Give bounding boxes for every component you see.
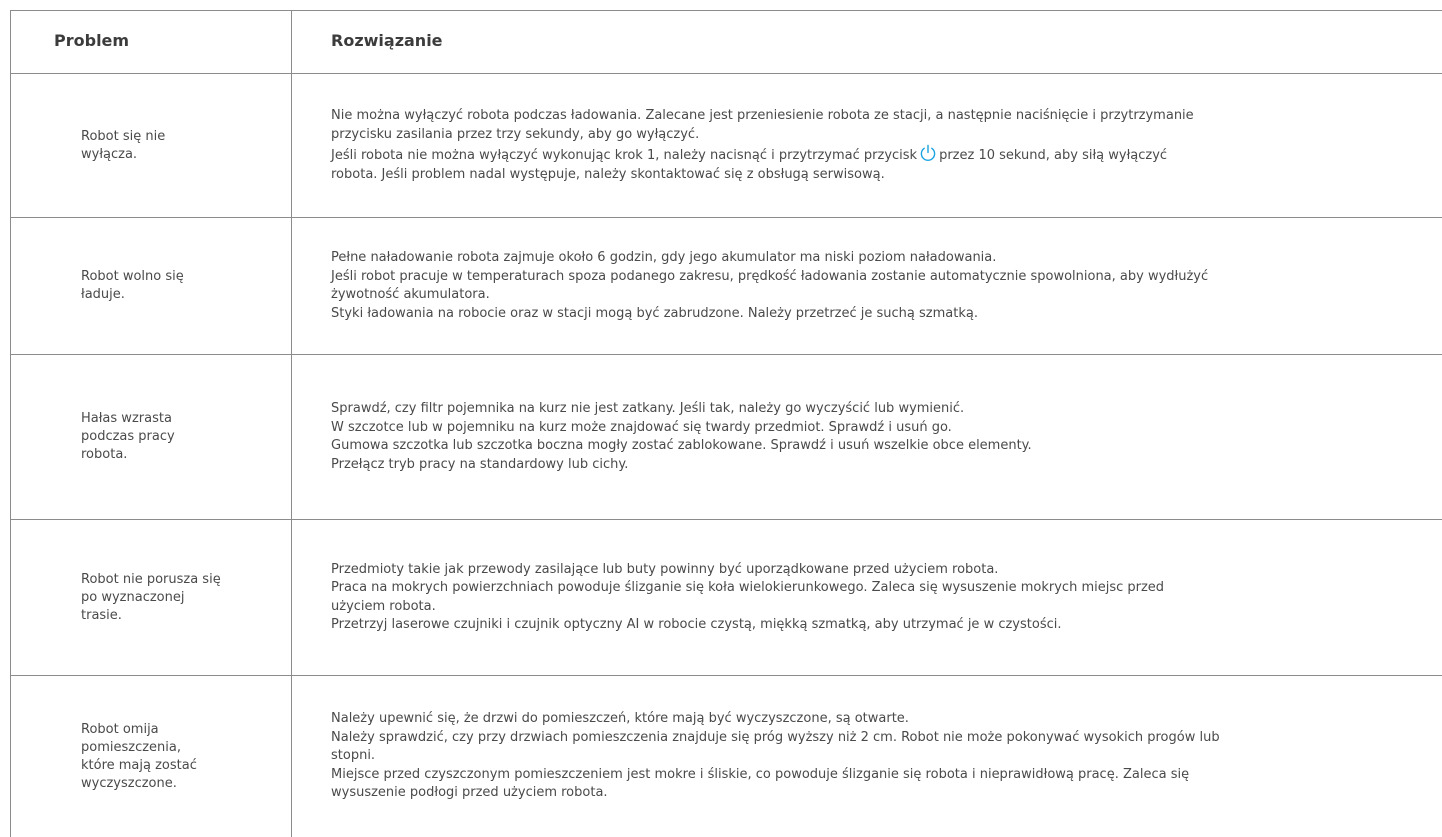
solution-text-line: wysuszenie podłogi przed użyciem robota. [331, 785, 608, 801]
solution-cell: Nie można wyłączyć robota podczas ładowa… [331, 74, 1401, 217]
solution-text-line: robota. Jeśli problem nadal występuje, n… [331, 166, 885, 182]
header-solution: Rozwiązanie [331, 31, 443, 50]
problem-text-line: Robot się nie [81, 128, 166, 144]
problem-text-line: wyczyszczone. [81, 775, 177, 791]
solution-text-line: Sprawdź, czy filtr pojemnika na kurz nie… [331, 401, 965, 416]
solution-text-line: przycisku zasilania przez trzy sekundy, … [331, 126, 700, 142]
solution-text-line: W szczotce lub w pojemniku na kurz może … [331, 419, 952, 435]
problem-text-line: trasie. [81, 607, 122, 623]
table-row: Robot wolno się ładuje. Pełne naładowanie … [11, 218, 1442, 355]
problem-text-line: Robot wolno się [81, 269, 184, 284]
problem-text-line: Hałas wzrasta [81, 411, 172, 426]
solution-cell: Pełne naładowanie robota zajmuje około 6… [331, 218, 1401, 354]
problem-cell: Robot omija pomieszczenia, które mają zost… [81, 676, 281, 837]
table-row: Robot się nie wyłącza. Nie można wyłączyć … [11, 74, 1442, 218]
header-problem: Problem [54, 31, 130, 50]
problem-text-line: Robot omija [81, 721, 159, 737]
problem-cell: Hałas wzrasta podczas pracy robota. [81, 355, 281, 519]
problem-text-line: pomieszczenia, [81, 739, 181, 755]
solution-cell: Sprawdź, czy filtr pojemnika na kurz nie… [331, 355, 1401, 519]
table-row: Hałas wzrasta podczas pracy robota. Sprawdź… [11, 355, 1442, 520]
problem-text-line: robota. [81, 447, 128, 462]
problem-cell: Robot się nie wyłącza. [81, 74, 281, 217]
solution-text-line: Przetrzyj laserowe czujniki i czujnik op… [331, 617, 1062, 632]
troubleshooting-table: Problem Rozwiązanie Robot się nie wyłącza… [10, 10, 1442, 837]
solution-text-line: użyciem robota. [331, 598, 436, 614]
solution-text-line: Przedmioty takie jak przewody zasilające… [331, 561, 999, 577]
solution-text-after-icon: przez 10 sekund, aby siłą wyłączyć [939, 148, 1168, 163]
solution-text-line: Gumowa szczotka lub szczotka boczna mogł… [331, 438, 1032, 453]
solution-text-line: Należy sprawdzić, czy przy drzwiach pomi… [331, 729, 1220, 745]
problem-text-line: po wyznaczonej [81, 589, 185, 605]
solution-cell: Przedmioty takie jak przewody zasilające… [331, 520, 1401, 675]
problem-text-line: ładuje. [81, 287, 125, 302]
power-icon [920, 144, 936, 161]
solution-cell: Należy upewnić się, że drzwi do pomieszc… [331, 676, 1401, 837]
problem-text-line: Robot nie porusza się [81, 571, 221, 587]
solution-text-line: Nie można wyłączyć robota podczas ładowa… [331, 108, 1194, 123]
solution-text-line: Jeśli robot pracuje w temperaturach spoz… [331, 268, 1209, 284]
problem-text-line: wyłącza. [81, 146, 138, 162]
table-row: Robot omija pomieszczenia, które mają zost… [11, 676, 1442, 837]
problem-text-line: podczas pracy [81, 429, 175, 444]
solution-text-line: Styki ładowania na robocie oraz w stacji… [331, 305, 978, 321]
solution-text-line: Pełne naładowanie robota zajmuje około 6… [331, 250, 997, 265]
table-row: Robot nie porusza się po wyznaczonej trasi… [11, 520, 1442, 676]
solution-text-line: stopni. [331, 748, 376, 764]
solution-text-line: żywotność akumulatora. [331, 287, 490, 302]
solution-text-line: Jeśli robota nie można wyłączyć wykonują… [331, 144, 1401, 166]
problem-text-line: które mają zostać [81, 757, 197, 773]
solution-text-line: Należy upewnić się, że drzwi do pomieszc… [331, 711, 909, 727]
problem-cell: Robot wolno się ładuje. [81, 218, 281, 354]
solution-text-line: Przełącz tryb pracy na standardowy lub c… [331, 456, 629, 472]
solution-text-before-icon: Jeśli robota nie można wyłączyć wykonują… [331, 148, 918, 163]
solution-text-line: Praca na mokrych powierzchniach powoduje… [331, 580, 1165, 595]
problem-cell: Robot nie porusza się po wyznaczonej trasi… [81, 520, 281, 675]
table-header: Problem Rozwiązanie [11, 10, 1442, 74]
solution-text-line: Miejsce przed czyszczonym pomieszczeniem… [331, 766, 1190, 782]
